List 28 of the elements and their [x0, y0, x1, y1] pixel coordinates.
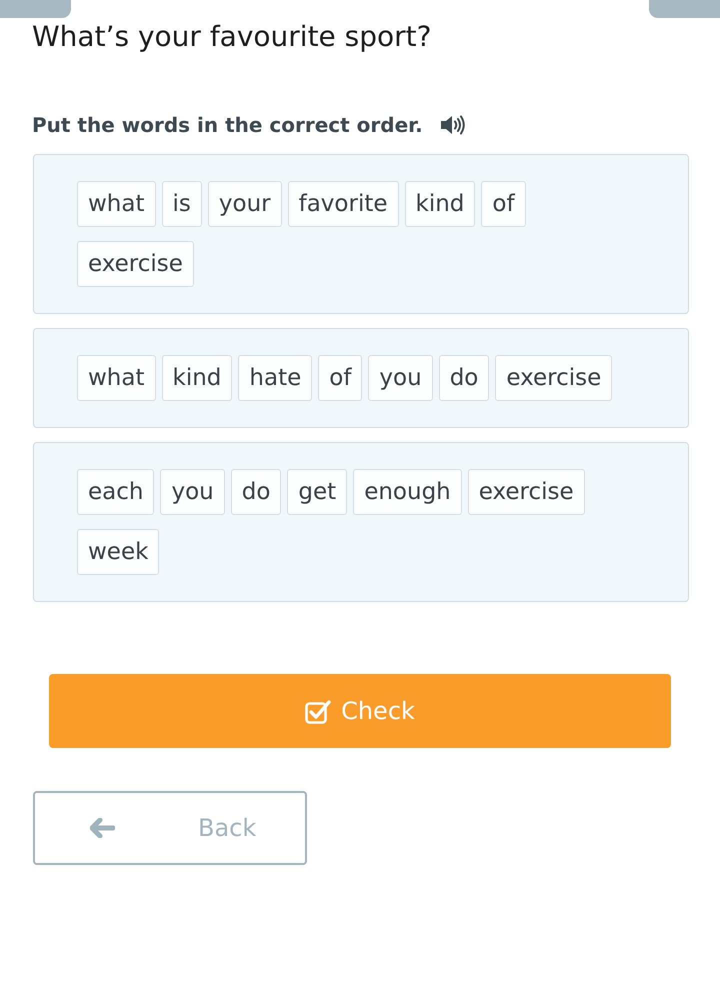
word-tile[interactable]: favorite [288, 181, 398, 227]
word-tile[interactable]: of [318, 355, 362, 401]
word-tile[interactable]: what [77, 355, 156, 401]
word-tile[interactable]: of [481, 181, 526, 227]
word-tile[interactable]: kind [162, 355, 232, 401]
page-title: What’s your favourite sport? [32, 21, 432, 53]
arrow-left-icon [90, 818, 115, 838]
checkbox-icon [305, 698, 332, 724]
corner-tab[interactable] [649, 0, 720, 18]
word-tile[interactable]: enough [353, 469, 462, 515]
word-tile[interactable]: hate [238, 355, 312, 401]
speaker-icon[interactable] [440, 114, 465, 136]
word-tile[interactable]: what [77, 181, 156, 227]
word-tile[interactable]: week [77, 529, 160, 575]
corner-tab[interactable] [0, 0, 71, 18]
instruction-text: Put the words in the correct order. [32, 113, 423, 137]
word-tile[interactable]: exercise [495, 355, 612, 401]
word-tile[interactable]: your [208, 181, 282, 227]
word-tile[interactable]: you [160, 469, 225, 515]
word-tile[interactable]: exercise [77, 241, 194, 287]
word-tile[interactable]: get [287, 469, 348, 515]
word-tile[interactable]: exercise [468, 469, 585, 515]
word-tile[interactable]: is [162, 181, 202, 227]
word-tile[interactable]: do [438, 355, 490, 401]
word-tile[interactable]: kind [404, 181, 476, 227]
word-tile[interactable]: each [77, 469, 154, 515]
word-tile[interactable]: do [230, 469, 282, 515]
word-tile[interactable]: you [368, 355, 433, 401]
